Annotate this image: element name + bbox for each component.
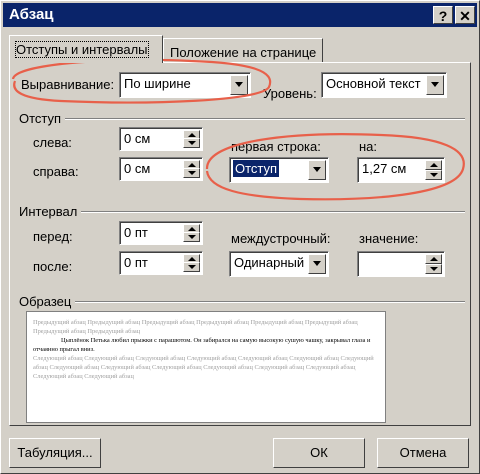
indent-left-value: 0 см [124,131,151,146]
spin-down-icon[interactable] [425,170,442,180]
close-button[interactable]: ✕ [455,6,475,24]
dialog-title: Абзац [9,6,54,23]
spacing-divider [19,211,465,213]
spin-down-icon[interactable] [183,138,200,148]
cancel-button[interactable]: Отмена [377,438,469,468]
title-bar: Абзац ? ✕ [3,3,477,27]
chevron-down-icon[interactable] [426,75,444,95]
tab-indents-spacing[interactable]: Отступы и интервалы [9,35,163,63]
indent-left-label: слева: [33,135,72,150]
tab-line-page-breaks[interactable]: Положение на странице [163,38,323,62]
spacing-at-spinner[interactable] [357,251,445,277]
indent-group-label: Отступ [19,111,66,126]
spin-down-icon[interactable] [183,232,200,242]
level-value: Основной текст [326,76,421,91]
alignment-select[interactable]: По ширине [119,72,251,98]
spin-down-icon[interactable] [183,262,200,272]
alignment-label: Выравнивание: [21,77,115,92]
help-button[interactable]: ? [433,6,453,24]
line-spacing-value: Одинарный [234,255,305,270]
indent-left-spinner[interactable]: 0 см [119,127,203,151]
spin-down-icon[interactable] [425,264,442,274]
preview-previous-paragraph: Предыдущий абзац Предыдущий абзац Предыд… [33,319,358,335]
alignment-value: По ширине [124,76,191,91]
by-value: 1,27 см [362,161,407,176]
level-label: Уровень: [263,86,317,101]
ok-button[interactable]: ОК [273,438,365,468]
paragraph-dialog: Абзац ? ✕ Отступы и интервалы Положение … [0,0,480,474]
preview-current-paragraph: Цыплёнок Петька любил прыжки с парашютом… [33,337,371,353]
spacing-before-value: 0 пт [124,225,148,240]
preview-box: Предыдущий абзац Предыдущий абзац Предыд… [26,311,386,423]
spacing-before-spinner[interactable]: 0 пт [119,221,203,245]
tab-label: Отступы и интервалы [15,41,149,58]
spin-up-icon[interactable] [425,254,442,264]
indent-divider [19,118,465,120]
help-icon: ? [438,8,448,24]
by-spinner[interactable]: 1,27 см [357,157,445,183]
spacing-at-label: значение: [359,231,419,246]
chevron-down-icon[interactable] [308,160,326,180]
preview-group-label: Образец [19,294,76,309]
spacing-after-value: 0 пт [124,255,148,270]
spacing-after-label: после: [33,259,73,274]
tabs-button[interactable]: Табуляция... [9,438,101,468]
first-line-value: Отступ [231,159,281,178]
spin-down-icon[interactable] [183,168,200,178]
spin-up-icon[interactable] [425,160,442,170]
by-label: на: [359,139,378,154]
level-select[interactable]: Основной текст [321,72,447,98]
spacing-before-label: перед: [33,229,73,244]
first-line-select[interactable]: Отступ [229,157,329,183]
spacing-group-label: Интервал [19,204,82,219]
preview-divider [19,301,465,303]
tab-label: Положение на странице [170,45,317,60]
spacing-after-spinner[interactable]: 0 пт [119,251,203,275]
line-spacing-select[interactable]: Одинарный [229,251,329,277]
preview-next-paragraph: Следующий абзац Следующий абзац Следующи… [33,355,374,380]
line-spacing-label: междустрочный: [231,231,331,246]
close-icon: ✕ [459,8,471,24]
first-line-label: первая строка: [231,139,321,154]
indent-right-label: справа: [33,164,79,179]
chevron-down-icon[interactable] [230,75,248,95]
chevron-down-icon[interactable] [308,254,326,274]
indent-right-value: 0 см [124,161,151,176]
indent-right-spinner[interactable]: 0 см [119,157,203,181]
